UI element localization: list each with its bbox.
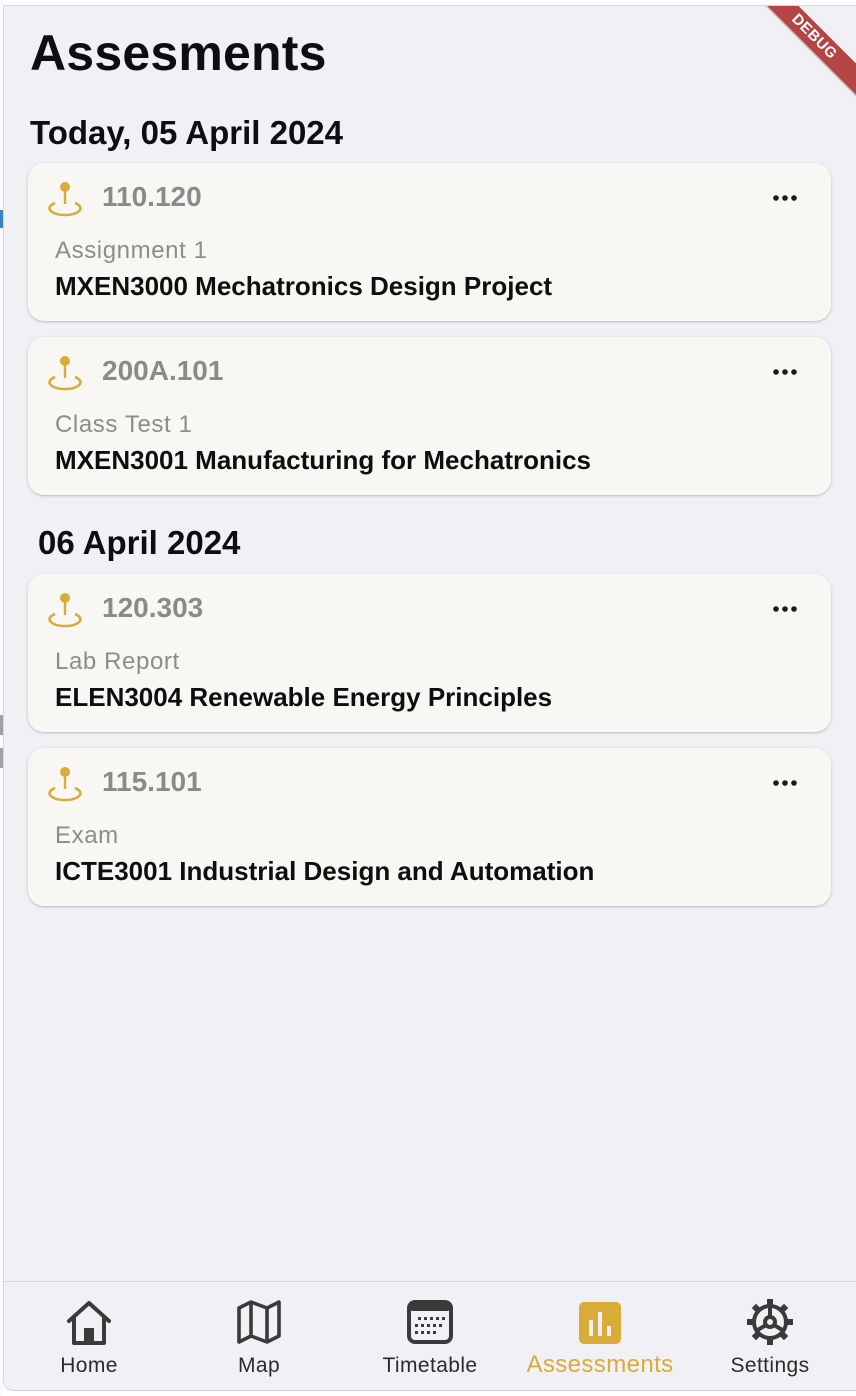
assessment-card[interactable]: 120.303 Lab Report ELEN3004 Renewable En… [28,574,831,732]
location-pin-icon [48,182,82,217]
assessment-type: Assignment 1 [55,237,208,264]
nav-item-home[interactable]: Home [4,1282,174,1390]
location-pin-icon [48,593,82,628]
assessment-type: Class Test 1 [55,411,193,438]
nav-label: Home [60,1354,118,1377]
date-heading: 06 April 2024 [38,524,241,561]
course-name: MXEN3001 Manufacturing for Mechatronics [55,445,591,475]
date-heading: Today, 05 April 2024 [30,114,344,151]
nav-item-assessments[interactable]: Assessments [515,1282,685,1390]
more-options-button[interactable] [765,768,805,798]
course-name: MXEN3000 Mechatronics Design Project [55,271,553,301]
calendar-icon [407,1300,453,1344]
more-options-button[interactable] [765,594,805,624]
home-icon [67,1301,111,1345]
bar-chart-icon [579,1302,621,1344]
room-code: 200A.101 [102,355,224,386]
more-horizontal-icon [773,195,797,201]
location-pin-icon [48,356,82,391]
room-code: 115.101 [102,766,202,797]
room-code: 110.120 [102,181,202,212]
assessment-card[interactable]: 110.120 Assignment 1 MXEN3000 Mechatroni… [28,163,831,321]
nav-item-map[interactable]: Map [174,1282,344,1390]
debug-banner: DEBUG [753,6,856,98]
more-horizontal-icon [773,606,797,612]
nav-label: Timetable [382,1354,478,1377]
more-horizontal-icon [773,369,797,375]
assessment-type: Exam [55,822,119,849]
nav-label: Map [237,1354,281,1377]
assessment-card[interactable]: 115.101 Exam ICTE3001 Industrial Design … [28,748,831,906]
app-window: Assesments DEBUG Today, 05 April 2024 11… [3,5,856,1391]
location-pin-icon [48,767,82,802]
room-code: 120.303 [102,592,204,623]
assessment-card[interactable]: 200A.101 Class Test 1 MXEN3001 Manufactu… [28,337,831,495]
page-title: Assesments [30,25,327,81]
more-options-button[interactable] [765,183,805,213]
more-horizontal-icon [773,780,797,786]
nav-item-timetable[interactable]: Timetable [345,1282,515,1390]
assessment-type: Lab Report [55,648,180,675]
nav-label: Settings [730,1354,810,1377]
course-name: ICTE3001 Industrial Design and Automatio… [55,856,595,886]
nav-label: Assessments [526,1351,674,1378]
bottom-navigation-bar: Home Map Timetable Assessments Settings [4,1281,856,1390]
nav-item-settings[interactable]: Settings [685,1282,855,1390]
more-options-button[interactable] [765,357,805,387]
course-name: ELEN3004 Renewable Energy Principles [55,682,553,712]
gear-icon [747,1299,793,1345]
map-icon [237,1300,281,1344]
